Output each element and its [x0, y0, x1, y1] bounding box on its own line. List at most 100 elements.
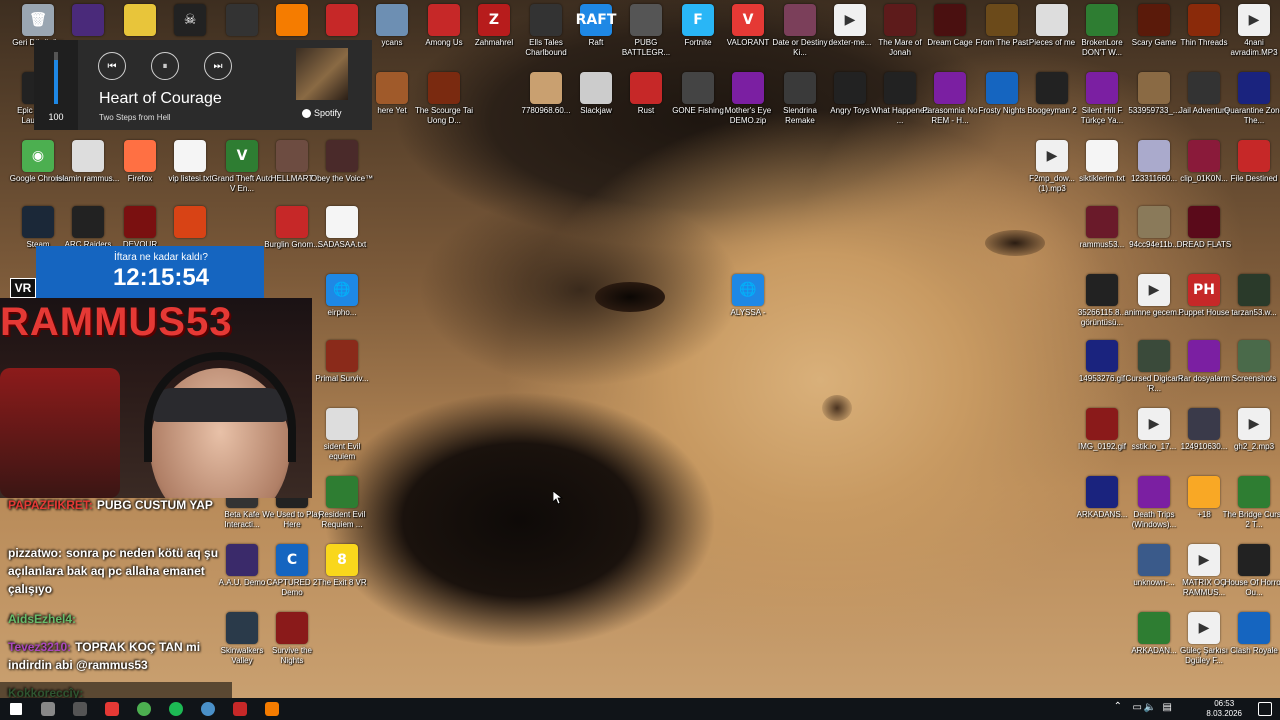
- desktop-icon-label: File Destined: [1230, 174, 1278, 183]
- app-icon: C: [276, 544, 308, 576]
- app-icon: [72, 140, 104, 172]
- desktop-icon[interactable]: Quarantine Zone The...: [1224, 72, 1280, 134]
- desktop-icon[interactable]: IMG_0192.gif: [1072, 408, 1132, 470]
- spotify-brand[interactable]: Spotify: [302, 108, 342, 118]
- desktop-icon[interactable]: 35266115.8... görüntüsü...: [1072, 274, 1132, 336]
- app-icon: [1138, 206, 1170, 238]
- desktop-icon[interactable]: BrokenLore DON'T W...: [1072, 4, 1132, 66]
- desktop-icon[interactable]: SADASAA.txt: [312, 206, 372, 268]
- app-icon: [1138, 140, 1170, 172]
- taskbar-app-search[interactable]: [32, 698, 64, 720]
- volume-slider[interactable]: [54, 52, 58, 104]
- app-icon: [1138, 72, 1170, 104]
- next-track-icon: ⏭: [213, 60, 223, 72]
- desktop-icon[interactable]: Screenshots: [1224, 340, 1280, 402]
- chrome-icon: [137, 702, 151, 716]
- desktop-icon[interactable]: Primal Surviv...: [312, 340, 372, 402]
- desktop-icon[interactable]: islamin rammus...: [57, 140, 119, 202]
- app-icon: [934, 72, 966, 104]
- obs-icon: [73, 702, 87, 716]
- desktop-icon-label: Resident Evil Requiem ...: [318, 510, 366, 529]
- taskbar-app-app-orange[interactable]: [256, 698, 288, 720]
- desktop-icon[interactable]: tarzan53.w...: [1224, 274, 1280, 336]
- app-icon: ◉: [22, 140, 54, 172]
- app-icon: ▶: [834, 4, 866, 36]
- desktop-icon[interactable]: ▶ 4nani avradim.MP3: [1224, 4, 1280, 66]
- chat-message: PAPAZFIKRET: PUBG CUSTUM YAP: [8, 496, 228, 514]
- app-red-icon: [233, 702, 247, 716]
- app-icon: [1188, 72, 1220, 104]
- desktop-icon-label: DREAD FLATS: [1176, 240, 1232, 249]
- app-icon: [580, 72, 612, 104]
- app-icon: [630, 4, 662, 36]
- chat-username: pizzatwo:: [8, 546, 62, 560]
- chat-text: PUBG CUSTUM YAP: [96, 498, 213, 512]
- app-icon: [1138, 340, 1170, 372]
- app-icon: [1086, 72, 1118, 104]
- desktop-icon[interactable]: File Destined: [1224, 140, 1280, 202]
- app-icon: [124, 4, 156, 36]
- pause-button[interactable]: ⏸: [151, 52, 179, 80]
- webcam-overlay: RAMMUS53: [0, 298, 312, 498]
- desktop-icon[interactable]: 8 The Exit 8 VR: [312, 544, 372, 606]
- chat-username: AidsEzhel4:: [8, 612, 77, 626]
- clock[interactable]: 06:53 8.03.2026: [1206, 699, 1242, 719]
- iftar-label: İftara ne kadar kaldı?: [114, 252, 208, 263]
- app-icon: [1086, 476, 1118, 508]
- desktop-icon-label: 4nani avradim.MP3: [1230, 38, 1278, 57]
- speaker-icon[interactable]: 🔈: [1144, 702, 1156, 713]
- app-icon: [1086, 4, 1118, 36]
- taskbar-app-chrome[interactable]: [128, 698, 160, 720]
- desktop-icon-label: gh2_2.mp3: [1233, 442, 1275, 451]
- app-icon: [226, 4, 258, 36]
- clock-time: 06:53: [1214, 699, 1235, 708]
- desktop-icon[interactable]: sident Evil equiem: [312, 408, 372, 470]
- keyboard-icon[interactable]: ▤: [1163, 702, 1172, 713]
- desktop-icon[interactable]: House Of Horror Ou...: [1224, 544, 1280, 606]
- taskbar-app-steam[interactable]: [192, 698, 224, 720]
- next-track-button[interactable]: ⏭: [204, 52, 232, 80]
- desktop-icon[interactable]: 🌐 eirpho...: [312, 274, 372, 336]
- chevron-up-icon[interactable]: ⌃: [1114, 701, 1122, 712]
- desktop-icon[interactable]: DREAD FLATS: [1174, 206, 1234, 268]
- app-icon: [376, 4, 408, 36]
- search-icon: [41, 702, 55, 716]
- app-icon: ▶: [1138, 408, 1170, 440]
- desktop-icon[interactable]: Resident Evil Requiem ...: [312, 476, 372, 538]
- app-icon: [226, 544, 258, 576]
- iftar-time: 12:15:54: [112, 264, 210, 291]
- app-icon: 🌐: [732, 274, 764, 306]
- app-icon: [174, 206, 206, 238]
- desktop-icon[interactable]: Obey the Voice™: [311, 140, 373, 202]
- previous-track-button[interactable]: ⏮: [98, 52, 126, 80]
- taskbar-apps: [0, 698, 288, 720]
- desktop-icon[interactable]: PUBG BATTLEGR...: [616, 4, 676, 66]
- taskbar-app-start[interactable]: [0, 698, 32, 720]
- app-icon: [1238, 544, 1270, 576]
- app-icon: ▶: [1188, 544, 1220, 576]
- desktop-icon[interactable]: Rust: [616, 72, 676, 134]
- chat-input-bar: [0, 682, 232, 698]
- app-icon: [682, 72, 714, 104]
- desktop-icon[interactable]: The Bridge Curse 2 T...: [1223, 476, 1280, 538]
- desktop-icon-label: sident Evil equiem: [323, 442, 361, 461]
- desktop-icon[interactable]: 🌐 ALYSSA -: [718, 274, 778, 336]
- desktop-icon[interactable]: Silent Hill F Türkçe Ya...: [1072, 72, 1132, 134]
- desktop-icon[interactable]: Survive the Nights: [262, 612, 322, 674]
- taskbar-app-app-red[interactable]: [224, 698, 256, 720]
- desktop-icon[interactable]: rammus53...: [1072, 206, 1132, 268]
- desktop-icon[interactable]: Dream Cage: [920, 4, 980, 66]
- taskbar-app-discord[interactable]: [96, 698, 128, 720]
- desktop-icon[interactable]: Parasomnia No REM - H...: [920, 72, 980, 134]
- app-icon: [22, 206, 54, 238]
- desktop-icon[interactable]: Clash Royale: [1224, 612, 1280, 674]
- network-icon[interactable]: ▭: [1133, 702, 1142, 713]
- taskbar-app-obs[interactable]: [64, 698, 96, 720]
- desktop-icon[interactable]: ▶ gh2_2.mp3: [1224, 408, 1280, 470]
- desktop-icon[interactable]: The Scourge Tai Uong D...: [414, 72, 474, 134]
- desktop-icon[interactable]: siktiklerim.txt: [1072, 140, 1132, 202]
- app-icon: [1188, 206, 1220, 238]
- taskbar-app-spotify[interactable]: [160, 698, 192, 720]
- notification-icon[interactable]: [1258, 702, 1272, 716]
- desktop-icon-label: SADASAA.txt: [317, 240, 367, 249]
